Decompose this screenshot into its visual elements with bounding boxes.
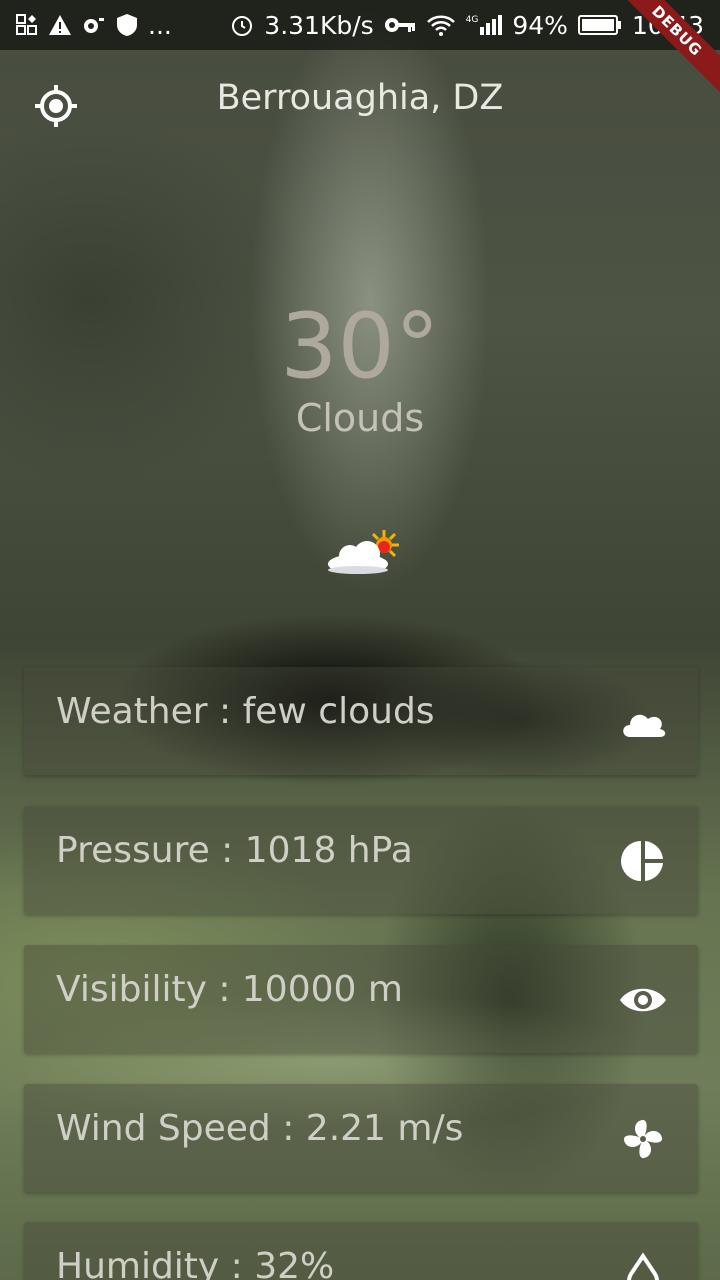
pie-chart-icon xyxy=(621,841,663,881)
more-notifications: ... xyxy=(148,10,172,40)
cellular-signal-icon: 4G xyxy=(466,15,503,35)
cellular-type: 4G xyxy=(465,15,479,25)
detail-label: Humidity : 32% xyxy=(56,1246,335,1280)
detail-label: Wind Speed : 2.21 m/s xyxy=(56,1108,464,1149)
alarm-icon xyxy=(232,16,253,36)
detail-card-wind: Wind Speed : 2.21 m/s xyxy=(24,1084,698,1192)
detail-card-weather: Weather : few clouds xyxy=(24,667,698,775)
shield-icon xyxy=(117,14,137,36)
wifi-hotspot-icon xyxy=(84,18,104,33)
detail-card-humidity: Humidity : 32% xyxy=(24,1222,698,1280)
status-bar-left: ... xyxy=(16,11,172,40)
detail-card-pressure: Pressure : 1018 hPa xyxy=(24,806,698,914)
warning-icon xyxy=(49,15,71,35)
temperature: 30° xyxy=(280,294,440,399)
detail-card-visibility: Visibility : 10000 m xyxy=(24,945,698,1053)
status-bar-right: 3.31Kb/s 4G 94% 10:43 xyxy=(230,11,704,40)
fan-icon xyxy=(623,1119,663,1159)
detail-label: Pressure : 1018 hPa xyxy=(56,830,413,871)
location-title: Berrouaghia, DZ xyxy=(216,78,504,118)
few-clouds-icon xyxy=(328,530,399,574)
detail-label: Visibility : 10000 m xyxy=(56,969,403,1010)
app-header: Berrouaghia, DZ xyxy=(0,70,720,136)
weather-condition: Clouds xyxy=(295,396,425,440)
app-grid-icon xyxy=(16,14,37,35)
network-speed: 3.31Kb/s xyxy=(264,10,374,40)
vpn-key-icon xyxy=(384,18,415,32)
wifi-icon xyxy=(426,15,455,36)
battery-icon xyxy=(577,15,621,35)
detail-label: Weather : few clouds xyxy=(56,691,435,732)
eye-icon xyxy=(620,988,666,1012)
battery-percent: 94% xyxy=(512,10,568,40)
status-bar: ... 3.31Kb/s 4G 94% xyxy=(0,0,720,50)
water-drop-icon xyxy=(627,1252,659,1280)
cloud-icon xyxy=(623,714,666,737)
